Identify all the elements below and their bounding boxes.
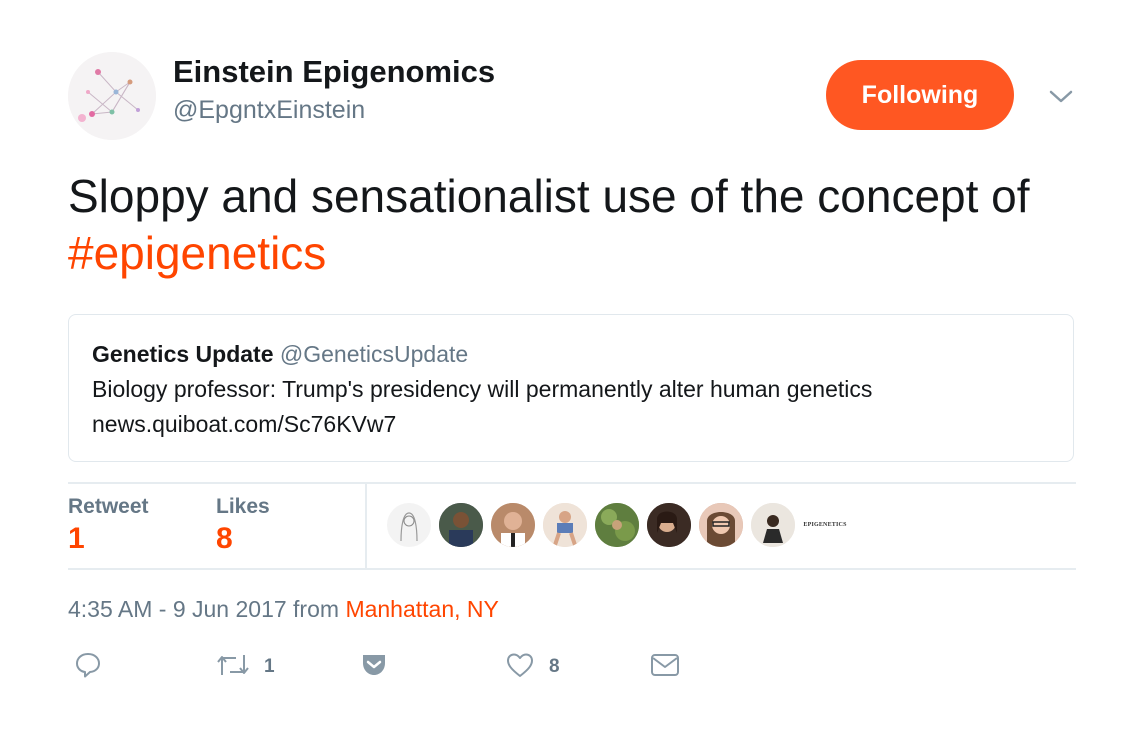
tweet-timestamp: 4:35 AM - 9 Jun 2017 from Manhattan, NY	[68, 596, 499, 623]
retweet-button[interactable]: 1	[216, 652, 275, 682]
retweet-stat-label[interactable]: Retweet	[68, 495, 149, 519]
quoted-tweet-handle: @GeneticsUpdate	[279, 341, 469, 367]
retweet-stat-count[interactable]: 1	[68, 522, 85, 556]
liker-avatar-logo[interactable]: EPIGENETICS	[802, 502, 848, 548]
author-display-name[interactable]: Einstein Epigenomics	[173, 54, 495, 90]
envelope-icon	[650, 652, 680, 683]
reply-icon	[74, 651, 102, 684]
liker-avatar[interactable]	[438, 502, 484, 548]
liker-avatar[interactable]	[594, 502, 640, 548]
liker-avatar[interactable]	[750, 502, 796, 548]
retweet-action-count: 1	[264, 656, 275, 677]
chevron-down-icon[interactable]	[1046, 82, 1076, 112]
retweet-icon	[216, 651, 250, 684]
like-action-count: 8	[549, 656, 560, 677]
quoted-tweet-text: Biology professor: Trump's presidency wi…	[92, 376, 873, 402]
quoted-tweet-link[interactable]: news.quiboat.com/Sc76KVw7	[92, 411, 396, 438]
following-button[interactable]: Following	[826, 60, 1014, 130]
reply-button[interactable]	[74, 652, 102, 682]
hashtag-link[interactable]: #epigenetics	[68, 227, 326, 279]
timestamp-text: 4:35 AM - 9 Jun 2017 from	[68, 596, 346, 622]
tweet-text: Sloppy and sensationalist use of the con…	[68, 168, 1088, 282]
quoted-tweet-card[interactable]: Genetics Update @GeneticsUpdate Biology …	[68, 314, 1074, 462]
stats-top-divider	[68, 482, 1076, 484]
author-handle[interactable]: @EpgntxEinstein	[173, 96, 365, 125]
stats-bottom-divider	[68, 568, 1076, 570]
heart-icon	[505, 651, 535, 684]
liker-avatar[interactable]	[542, 502, 588, 548]
liker-avatar[interactable]	[698, 502, 744, 548]
author-avatar[interactable]	[68, 52, 156, 140]
liker-avatar[interactable]	[490, 502, 536, 548]
liker-avatar[interactable]	[386, 502, 432, 548]
liker-avatar[interactable]	[646, 502, 692, 548]
liker-logo-text: EPIGENETICS	[803, 522, 847, 528]
quoted-tweet-name: Genetics Update	[92, 341, 274, 367]
location-link[interactable]: Manhattan, NY	[345, 596, 498, 622]
direct-message-button[interactable]	[650, 652, 680, 682]
network-diagram-icon	[68, 52, 156, 140]
pocket-button[interactable]	[360, 652, 388, 682]
like-button[interactable]: 8	[505, 652, 560, 682]
pocket-icon	[360, 651, 388, 684]
quoted-tweet-author: Genetics Update @GeneticsUpdate	[92, 341, 468, 368]
likes-stat-count[interactable]: 8	[216, 522, 233, 556]
stats-separator	[365, 483, 367, 568]
likes-stat-label[interactable]: Likes	[216, 495, 270, 519]
tweet-body: Sloppy and sensationalist use of the con…	[68, 170, 1030, 222]
